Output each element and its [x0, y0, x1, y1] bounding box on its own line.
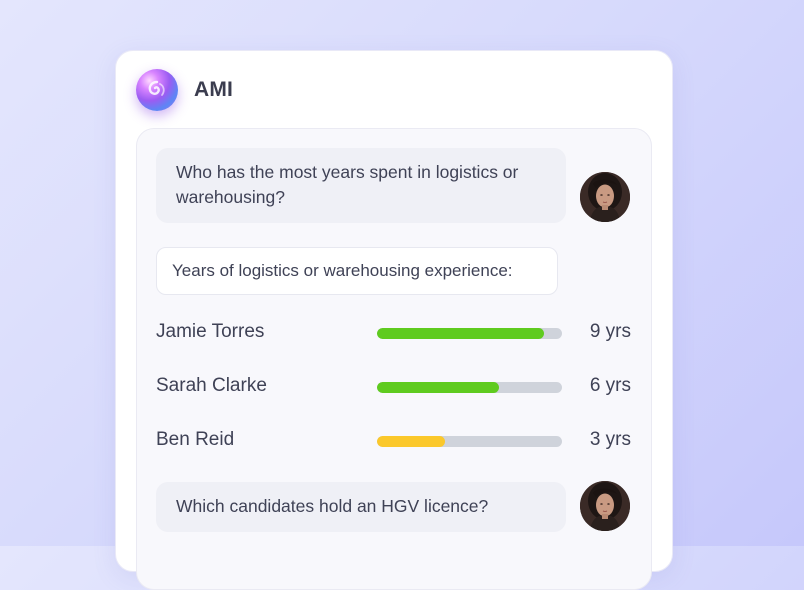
- experience-years: 6 yrs: [589, 375, 631, 396]
- conversation-panel: Who has the most years spent in logistic…: [136, 128, 652, 590]
- experience-years: 9 yrs: [589, 321, 631, 342]
- candidate-name: Jamie Torres: [156, 321, 265, 342]
- user-avatar: [580, 172, 630, 222]
- candidate-name: Sarah Clarke: [156, 375, 267, 396]
- candidate-row: Jamie Torres 9 yrs: [156, 318, 631, 348]
- experience-bar-track: [377, 382, 562, 393]
- assistant-reply-heading: Years of logistics or warehousing experi…: [156, 247, 558, 295]
- candidate-name: Ben Reid: [156, 429, 235, 450]
- user-question-bubble: Who has the most years spent in logistic…: [156, 148, 566, 223]
- candidate-row: Sarah Clarke 6 yrs: [156, 372, 631, 402]
- candidate-row: Ben Reid 3 yrs: [156, 426, 631, 456]
- experience-years: 3 yrs: [589, 429, 631, 450]
- experience-bar-fill: [377, 382, 500, 393]
- chat-header: AMI: [136, 69, 233, 111]
- experience-bar-fill: [377, 436, 446, 447]
- app-title: AMI: [194, 78, 234, 101]
- user-avatar: [580, 481, 630, 531]
- experience-bar-fill: [377, 328, 544, 339]
- experience-bar-track: [377, 436, 562, 447]
- ami-swirl-icon: [136, 69, 178, 111]
- chat-card: AMI Who has the most years spent in logi…: [115, 50, 673, 590]
- user-question-bubble-2: Which candidates hold an HGV licence?: [156, 482, 566, 532]
- experience-bar-track: [377, 328, 562, 339]
